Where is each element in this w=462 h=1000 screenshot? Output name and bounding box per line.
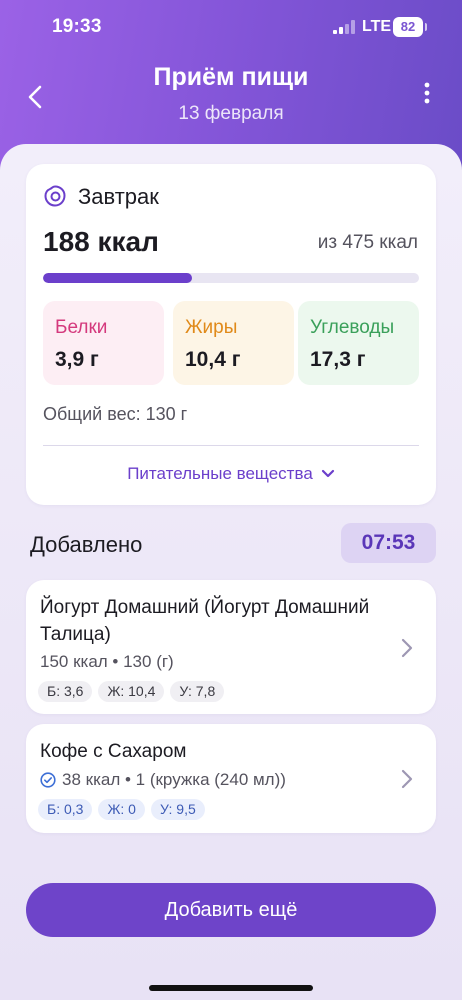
page-title: Приём пищи [153, 63, 309, 91]
food-item-meta: 150 ккал • 130 (г) [40, 652, 174, 672]
chevron-right-icon [401, 638, 413, 658]
macro-fat: Жиры 10,4 г [173, 301, 294, 385]
macro-fat-label: Жиры [185, 317, 238, 338]
meal-summary-card: Завтрак 188 ккал из 475 ккал Белки 3,9 г… [26, 164, 436, 505]
macro-fat-value: 10,4 г [185, 348, 241, 371]
macro-chip-protein: Б: 3,6 [38, 681, 93, 702]
breakfast-icon [44, 185, 66, 207]
meal-kcal-total: из 475 ккал [317, 232, 418, 253]
divider [43, 445, 419, 446]
signal-icon [333, 20, 357, 34]
chevron-right-icon [401, 769, 413, 789]
meal-kcal: 188 ккал [43, 226, 159, 257]
chevron-down-icon [321, 469, 334, 478]
macro-chip-carbs: У: 7,8 [170, 681, 225, 702]
macro-carbs: Углеводы 17,3 г [298, 301, 419, 385]
page-date: 13 февраля [178, 103, 284, 124]
food-item-meta-text: 150 ккал • 130 (г) [40, 652, 174, 671]
network-type: LTE [362, 18, 392, 35]
kcal-progress-fill [43, 273, 192, 283]
status-time: 19:33 [52, 16, 102, 37]
macro-protein-value: 3,9 г [55, 348, 99, 371]
added-section-title: Добавлено [30, 532, 143, 557]
home-indicator [149, 985, 313, 991]
verified-check-icon [40, 772, 56, 788]
more-menu-button[interactable] [410, 76, 444, 110]
battery-icon: 82 [393, 17, 427, 37]
nutrients-toggle[interactable]: Питательные вещества [26, 464, 436, 484]
macro-chip-protein: Б: 0,3 [38, 799, 93, 820]
macro-carbs-value: 17,3 г [310, 348, 366, 371]
food-item-name: Кофе с Сахаром [40, 741, 187, 762]
add-more-button[interactable]: Добавить ещё [26, 883, 436, 937]
nutrients-label: Питательные вещества [127, 464, 313, 483]
macro-carbs-label: Углеводы [310, 317, 395, 338]
food-item-macros: Б: 0,3 Ж: 0 У: 9,5 [38, 799, 205, 820]
more-vertical-icon [424, 82, 430, 104]
food-item-meta: 38 ккал • 1 (кружка (240 мл)) [40, 770, 286, 790]
meal-name: Завтрак [78, 184, 159, 209]
food-item[interactable]: Йогурт Домашний (Йогурт Домашний Талица)… [26, 580, 436, 714]
total-weight: Общий вес: 130 г [43, 404, 188, 424]
macro-protein: Белки 3,9 г [43, 301, 164, 385]
macro-chip-carbs: У: 9,5 [150, 799, 205, 820]
macro-chip-fat: Ж: 10,4 [98, 681, 165, 702]
food-item-name: Йогурт Домашний (Йогурт Домашний Талица) [40, 597, 370, 645]
macro-chip-fat: Ж: 0 [98, 799, 145, 820]
meal-time-chip[interactable]: 07:53 [341, 523, 436, 563]
food-item-macros: Б: 3,6 Ж: 10,4 У: 7,8 [38, 681, 225, 702]
macro-protein-label: Белки [55, 317, 108, 338]
kcal-progress-bar [43, 273, 419, 283]
status-bar: 19:33 LTE 82 [0, 0, 462, 56]
food-item-meta-text: 38 ккал • 1 (кружка (240 мл)) [62, 770, 286, 789]
food-item[interactable]: Кофе с Сахаром 38 ккал • 1 (кружка (240 … [26, 724, 436, 833]
